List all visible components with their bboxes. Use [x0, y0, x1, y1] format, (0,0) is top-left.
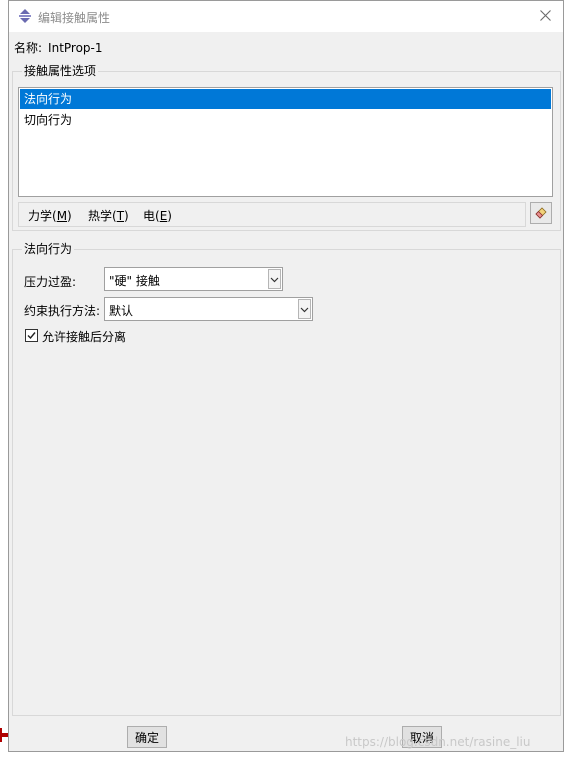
dialog-title: 编辑接触属性: [38, 11, 111, 25]
allow-separation-label[interactable]: 允许接触后分离: [42, 328, 126, 345]
dropdown-arrow[interactable]: [268, 269, 281, 289]
watermark-text: https://blog.csdn.net/rasine_liu: [345, 735, 531, 749]
chevron-down-icon: [270, 272, 279, 286]
normal-behavior-caption: 法向行为: [22, 241, 75, 257]
constraint-method-value: 默认: [109, 304, 134, 318]
menu-mechanical[interactable]: 力学(M): [28, 207, 72, 224]
abaqus-interaction-icon: [17, 8, 33, 24]
list-item-tangential-behavior[interactable]: 切向行为: [20, 110, 551, 130]
chevron-down-icon: [300, 302, 309, 316]
name-value: IntProp-1: [48, 41, 103, 55]
close-icon: [539, 9, 551, 24]
name-label: 名称:: [14, 41, 43, 55]
menu-electrical[interactable]: 电(E): [143, 207, 172, 224]
pressure-overclosure-select[interactable]: "硬" 接触: [104, 267, 283, 291]
constraint-method-label: 约束执行方法:: [24, 304, 101, 318]
edit-contact-property-dialog: 编辑接触属性 名称: IntProp-1 接触属性选项 法向行为 切向行为 力学(…: [8, 0, 564, 752]
red-arrow-marker: [0, 728, 8, 742]
property-menu-bar: 力学(M) 热学(T) 电(E): [18, 202, 526, 227]
contact-options-list[interactable]: 法向行为 切向行为: [18, 87, 553, 197]
list-item-normal-behavior[interactable]: 法向行为: [20, 89, 551, 109]
contact-options-caption: 接触属性选项: [22, 63, 99, 79]
eraser-icon: [534, 205, 548, 222]
close-button[interactable]: [527, 1, 563, 32]
dropdown-arrow[interactable]: [298, 299, 311, 319]
pressure-overclosure-value: "硬" 接触: [109, 274, 160, 288]
menu-thermal[interactable]: 热学(T): [88, 207, 129, 224]
name-row: 名称: IntProp-1: [14, 39, 103, 56]
title-bar: 编辑接触属性: [9, 1, 563, 32]
constraint-method-select[interactable]: 默认: [104, 297, 313, 321]
allow-separation-checkbox[interactable]: [25, 329, 38, 342]
ok-button[interactable]: 确定: [127, 726, 167, 748]
pressure-overclosure-label: 压力过盈:: [24, 275, 77, 289]
delete-option-button[interactable]: [530, 202, 552, 224]
